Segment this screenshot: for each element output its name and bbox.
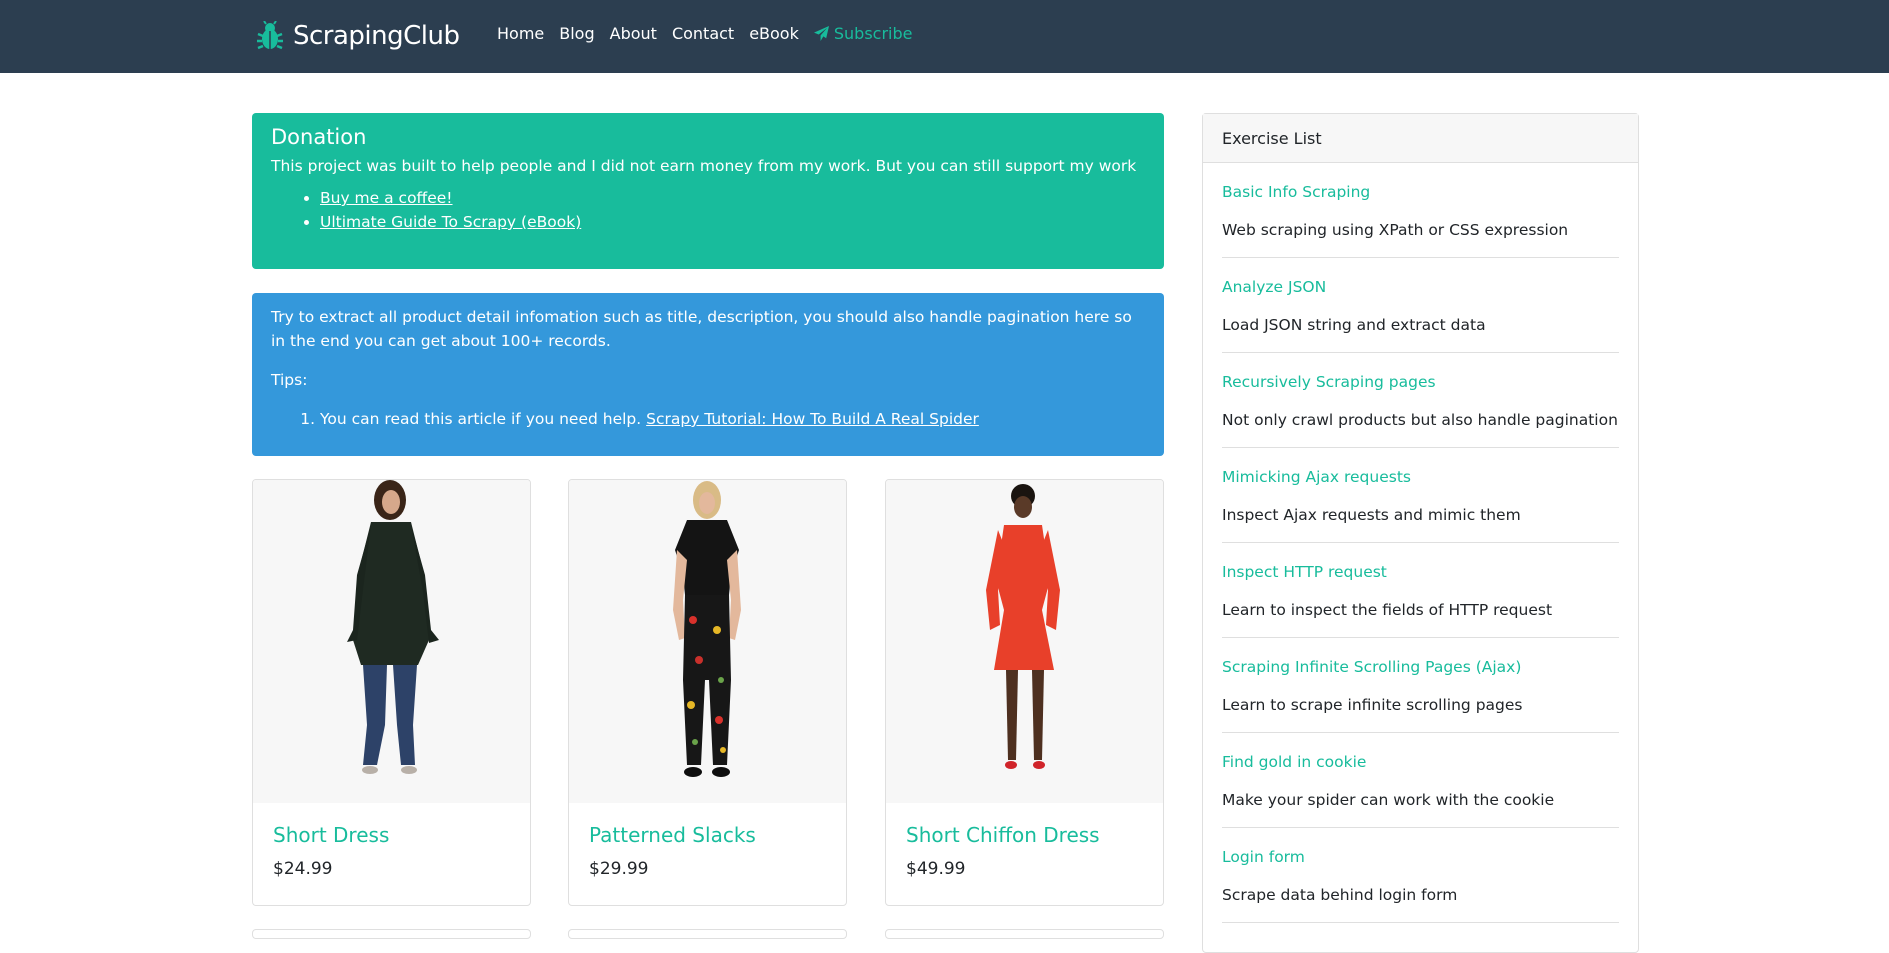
bug-icon xyxy=(257,21,283,50)
product-card: Short Chiffon Dress $49.99 xyxy=(885,479,1164,906)
brand-name: ScrapingClub xyxy=(293,21,460,51)
tips-intro: Try to extract all product detail infoma… xyxy=(271,308,1132,350)
list-item: Scraping Infinite Scrolling Pages (Ajax)… xyxy=(1222,638,1619,733)
subscribe-label: Subscribe xyxy=(833,24,913,43)
nav-subscribe-link[interactable]: Subscribe xyxy=(813,24,913,43)
list-item: Mimicking Ajax requests Inspect Ajax req… xyxy=(1222,448,1619,543)
product-price: $49.99 xyxy=(906,859,966,879)
tips-heading: Tips: xyxy=(271,371,308,389)
product-title-link[interactable]: Short Chiffon Dress xyxy=(906,823,1100,847)
product-card: Short Dress $24.99 xyxy=(252,479,531,906)
product-image[interactable] xyxy=(886,480,1163,803)
list-item: You can read this article if you need he… xyxy=(320,407,1145,431)
main-nav: Home Blog About Contact eBook Subscribe xyxy=(497,24,927,43)
buy-coffee-link[interactable]: Buy me a coffee! xyxy=(320,189,453,207)
tips-alert: Try to extract all product detail infoma… xyxy=(252,293,1164,456)
list-item: Recursively Scraping pages Not only craw… xyxy=(1222,353,1619,448)
paper-plane-icon xyxy=(813,26,829,41)
exercise-desc: Inspect Ajax requests and mimic them xyxy=(1222,506,1521,524)
nav-home-link[interactable]: Home xyxy=(497,24,544,43)
nav-ebook-link[interactable]: eBook xyxy=(749,24,799,43)
list-item: Inspect HTTP request Learn to inspect th… xyxy=(1222,543,1619,638)
exercise-link[interactable]: Mimicking Ajax requests xyxy=(1222,468,1411,486)
product-image[interactable] xyxy=(569,480,846,803)
exercise-link[interactable]: Find gold in cookie xyxy=(1222,753,1366,771)
exercise-link[interactable]: Analyze JSON xyxy=(1222,278,1326,296)
product-card: Patterned Slacks $29.99 xyxy=(568,479,847,906)
list-item: Ultimate Guide To Scrapy (eBook) xyxy=(320,210,1145,234)
exercise-desc: Learn to scrape infinite scrolling pages xyxy=(1222,696,1523,714)
tips-list: You can read this article if you need he… xyxy=(271,407,1145,431)
donation-alert: Donation This project was built to help … xyxy=(252,113,1164,269)
exercise-list-header: Exercise List xyxy=(1203,114,1638,163)
list-item: Buy me a coffee! xyxy=(320,186,1145,210)
product-card xyxy=(568,929,847,939)
donation-title: Donation xyxy=(271,125,367,149)
exercise-link[interactable]: Inspect HTTP request xyxy=(1222,563,1387,581)
tips-item-text: You can read this article if you need he… xyxy=(320,410,642,428)
exercise-desc: Web scraping using XPath or CSS expressi… xyxy=(1222,221,1569,239)
list-item: Find gold in cookie Make your spider can… xyxy=(1222,733,1619,828)
exercise-link[interactable]: Login form xyxy=(1222,848,1305,866)
list-item: Analyze JSON Load JSON string and extrac… xyxy=(1222,258,1619,353)
scrapy-tutorial-link[interactable]: Scrapy Tutorial: How To Build A Real Spi… xyxy=(646,410,979,428)
exercise-desc: Not only crawl products but also handle … xyxy=(1222,411,1618,429)
list-item: Login form Scrape data behind login form xyxy=(1222,828,1619,923)
product-price: $24.99 xyxy=(273,859,333,879)
donation-links: Buy me a coffee! Ultimate Guide To Scrap… xyxy=(271,186,1145,234)
product-image[interactable] xyxy=(253,480,530,803)
exercise-link[interactable]: Recursively Scraping pages xyxy=(1222,373,1436,391)
exercise-desc: Learn to inspect the fields of HTTP requ… xyxy=(1222,601,1553,619)
nav-blog-link[interactable]: Blog xyxy=(559,24,594,43)
exercise-desc: Make your spider can work with the cooki… xyxy=(1222,791,1555,809)
exercise-desc: Scrape data behind login form xyxy=(1222,886,1458,904)
donation-text: This project was built to help people an… xyxy=(271,157,1137,175)
product-title-link[interactable]: Patterned Slacks xyxy=(589,823,756,847)
exercise-list-panel: Exercise List Basic Info Scraping Web sc… xyxy=(1202,113,1639,953)
brand-link[interactable]: ScrapingClub xyxy=(255,16,460,56)
exercise-desc: Load JSON string and extract data xyxy=(1222,316,1486,334)
exercise-link[interactable]: Scraping Infinite Scrolling Pages (Ajax) xyxy=(1222,658,1521,676)
ebook-guide-link[interactable]: Ultimate Guide To Scrapy (eBook) xyxy=(320,213,581,231)
nav-about-link[interactable]: About xyxy=(610,24,657,43)
product-card xyxy=(885,929,1164,939)
product-price: $29.99 xyxy=(589,859,649,879)
product-card xyxy=(252,929,531,939)
product-title-link[interactable]: Short Dress xyxy=(273,823,389,847)
exercise-link[interactable]: Basic Info Scraping xyxy=(1222,183,1370,201)
top-navbar: ScrapingClub Home Blog About Contact eBo… xyxy=(0,0,1889,73)
list-item: Basic Info Scraping Web scraping using X… xyxy=(1222,163,1619,258)
nav-contact-link[interactable]: Contact xyxy=(672,24,734,43)
